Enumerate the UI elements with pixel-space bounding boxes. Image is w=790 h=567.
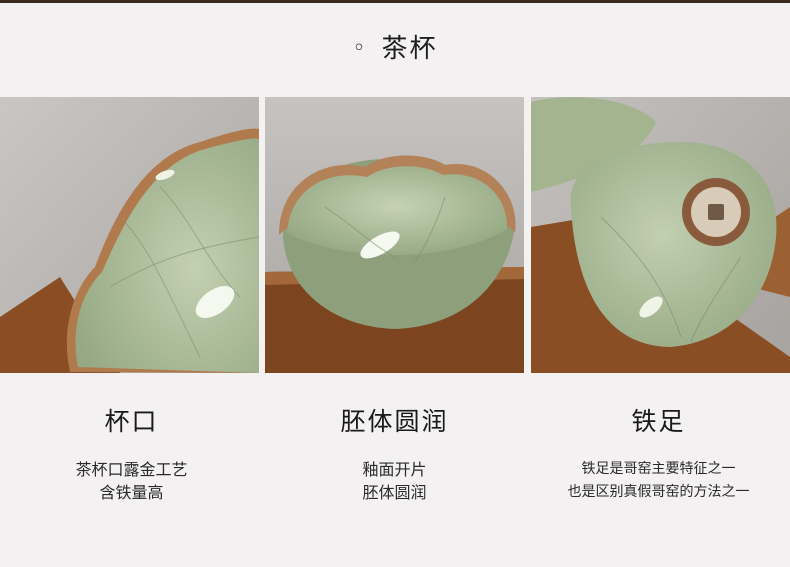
- feature-description: 茶杯口露金工艺 含铁量高: [0, 458, 263, 504]
- section-title: ◦ 茶杯: [0, 28, 790, 65]
- feature-foot: 铁足 铁足是哥窑主要特征之一 也是区别真假哥窑的方法之一: [527, 402, 790, 504]
- photo-strip: [0, 97, 790, 373]
- feature-line: 含铁量高: [99, 483, 164, 502]
- feature-heading: 胚体圆润: [340, 407, 449, 436]
- feature-line: 茶杯口露金工艺: [75, 460, 188, 479]
- feature-line: 也是区别真假哥窑的方法之一: [567, 484, 750, 500]
- top-border: [0, 0, 790, 3]
- cup-rim-photo: [0, 97, 259, 373]
- feature-heading: 杯口: [104, 407, 159, 436]
- feature-heading: 铁足: [631, 407, 686, 436]
- feature-line: 铁足是哥窑主要特征之一: [581, 461, 736, 477]
- section-title-text: 茶杯: [381, 34, 438, 64]
- iron-foot-photo: [531, 97, 790, 373]
- feature-description: 铁足是哥窑主要特征之一 也是区别真假哥窑的方法之一: [527, 458, 790, 504]
- feature-line: 胚体圆润: [362, 483, 427, 502]
- feature-description: 釉面开片 胚体圆润: [263, 458, 526, 504]
- feature-rim: 杯口 茶杯口露金工艺 含铁量高: [0, 402, 263, 504]
- cup-body-photo: [265, 97, 524, 373]
- feature-body: 胚体圆润 釉面开片 胚体圆润: [263, 402, 526, 504]
- bullet-icon: ◦: [352, 36, 368, 61]
- feature-line: 釉面开片: [362, 460, 427, 479]
